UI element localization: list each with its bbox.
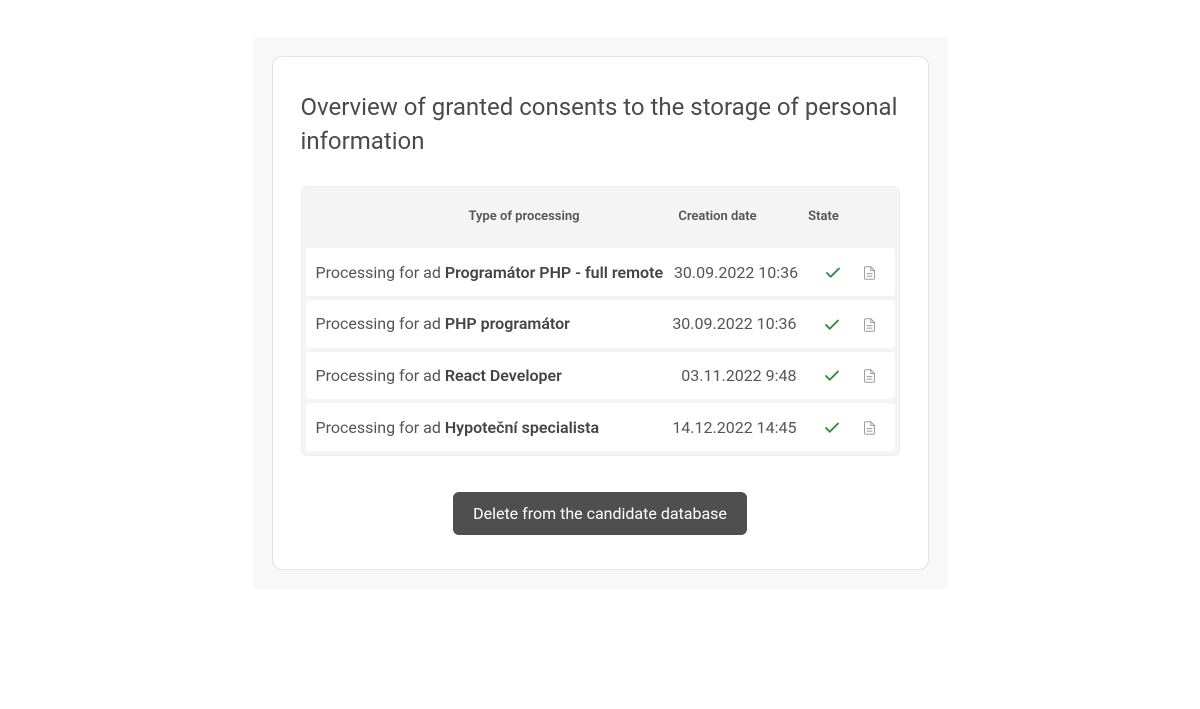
panel-container: Overview of granted consents to the stor… <box>253 37 948 589</box>
cell-type: Processing for ad PHP programátor <box>316 314 659 333</box>
document-icon <box>862 314 877 333</box>
cell-type: Processing for ad Programátor PHP - full… <box>316 263 664 282</box>
cell-date: 30.09.2022 10:36 <box>663 263 810 282</box>
row-title: React Developer <box>445 366 562 385</box>
row-prefix: Processing for ad <box>316 314 445 333</box>
cell-state <box>809 366 855 386</box>
cell-date: 30.09.2022 10:36 <box>659 314 809 333</box>
row-title: PHP programátor <box>445 314 570 333</box>
row-prefix: Processing for ad <box>316 263 445 282</box>
check-icon <box>824 262 842 281</box>
page-title: Overview of granted consents to the stor… <box>301 91 900 158</box>
cell-date: 03.11.2022 9:48 <box>659 366 809 385</box>
cell-type: Processing for ad Hypoteční specialista <box>316 418 659 437</box>
row-prefix: Processing for ad <box>316 418 445 437</box>
column-header-state: State <box>793 209 855 224</box>
table-row: Processing for ad React Developer 03.11.… <box>306 352 895 400</box>
delete-button[interactable]: Delete from the candidate database <box>453 492 747 535</box>
action-row: Delete from the candidate database <box>301 492 900 535</box>
cell-document[interactable] <box>855 262 884 282</box>
table-row: Processing for ad PHP programátor 30.09.… <box>306 300 895 348</box>
cell-type: Processing for ad React Developer <box>316 366 659 385</box>
cell-document[interactable] <box>855 366 885 386</box>
table-row: Processing for ad Hypoteční specialista … <box>306 403 895 451</box>
cell-state <box>809 314 855 334</box>
check-icon <box>823 314 841 333</box>
consents-table: Type of processing Creation date State P… <box>301 186 900 456</box>
cell-date: 14.12.2022 14:45 <box>659 418 809 437</box>
cell-state <box>810 262 855 282</box>
cell-document[interactable] <box>855 314 885 334</box>
table-body: Processing for ad Programátor PHP - full… <box>302 246 899 455</box>
document-icon <box>862 417 877 436</box>
column-header-date: Creation date <box>643 209 793 224</box>
column-header-document <box>855 209 885 224</box>
table-header: Type of processing Creation date State <box>302 187 899 246</box>
check-icon <box>823 417 841 436</box>
consents-card: Overview of granted consents to the stor… <box>272 56 929 570</box>
document-icon <box>862 262 877 281</box>
row-prefix: Processing for ad <box>316 366 445 385</box>
row-title: Hypoteční specialista <box>445 418 599 437</box>
document-icon <box>862 366 877 385</box>
column-header-type: Type of processing <box>316 209 643 224</box>
cell-document[interactable] <box>855 417 885 437</box>
row-title: Programátor PHP - full remote <box>445 263 663 282</box>
cell-state <box>809 417 855 437</box>
check-icon <box>823 366 841 385</box>
table-row: Processing for ad Programátor PHP - full… <box>306 248 895 296</box>
